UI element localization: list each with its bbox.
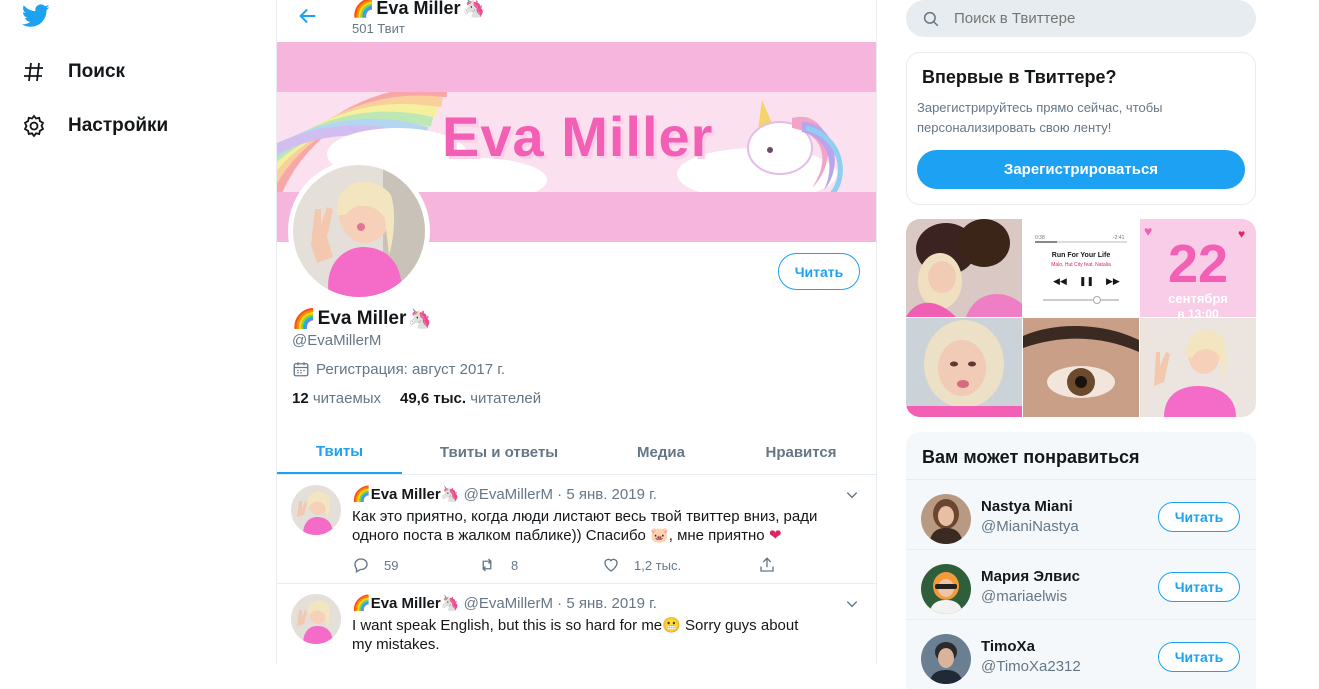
unicorn-icon: 🦄 [462, 0, 485, 18]
media-photo[interactable] [906, 219, 1022, 317]
music-artist: Malo, Hut City feat. Natalia [1051, 262, 1111, 268]
search-icon [922, 10, 940, 28]
suggestion-handle: @MianiNastya [981, 518, 1079, 535]
suggestion-name[interactable]: TimoXa [981, 638, 1035, 655]
suggestion-name[interactable]: Мария Элвис [981, 568, 1080, 585]
tab-likes[interactable]: Нравится [726, 430, 876, 474]
share-icon [758, 556, 776, 574]
following-stat[interactable]: 12 читаемых [292, 390, 381, 407]
like-button[interactable]: 1,2 тыс. [602, 556, 681, 574]
nav-settings[interactable]: Настройки [22, 114, 168, 138]
poster-date-number: 22 [1167, 234, 1229, 294]
suggestion-handle: @TimoXa2312 [981, 658, 1081, 675]
signup-button[interactable]: Зарегистрироваться [917, 150, 1245, 189]
forward-icon: ▶▶ [1105, 276, 1120, 286]
profile-handle: @EvaMillerM [292, 332, 382, 349]
followers-stat[interactable]: 49,6 тыс. читателей [400, 390, 541, 407]
tweet[interactable]: 🌈Eva Miller🦄 @EvaMillerM · 5 янв. 2019 г… [277, 584, 876, 674]
tweet-avatar[interactable] [291, 594, 341, 644]
twitter-logo-icon[interactable] [22, 4, 50, 28]
reply-icon [352, 556, 370, 574]
suggestion-follow-button[interactable]: Читать [1158, 572, 1240, 602]
hashtag-icon [22, 60, 46, 84]
tweet-text: I want speak English, but this is so har… [352, 617, 799, 653]
media-music-screenshot[interactable]: 0:38 -2:41 Run For Your Life Malo, Hut C… [1023, 219, 1139, 317]
music-time-left: 0:38 [1035, 235, 1045, 241]
unicorn-icon: 🦄 [408, 309, 433, 330]
music-time-right: -2:41 [1113, 235, 1125, 241]
profile-name: 🌈 Eva Miller 🦄 [292, 308, 433, 330]
media-photo[interactable] [1023, 318, 1139, 417]
media-grid: 0:38 -2:41 Run For Your Life Malo, Hut C… [906, 219, 1256, 417]
nav-search-label: Поиск [68, 61, 126, 82]
media-photo[interactable] [906, 318, 1022, 417]
poster-date-month: сентября [1168, 291, 1228, 306]
rewind-icon: ◀◀ [1053, 276, 1067, 286]
rainbow-icon: 🌈 [292, 309, 316, 330]
search-box[interactable] [906, 0, 1256, 37]
rainbow-icon: 🌈 [352, 0, 375, 18]
suggestion-item[interactable]: Nastya Miani @MianiNastya Читать [906, 479, 1256, 549]
tweet-text: Как это приятно, когда люди листают весь… [352, 508, 818, 544]
signup-description: Зарегистрируйтесь прямо сейчас, чтобы пе… [917, 100, 1163, 135]
tweet-header: 🌈Eva Miller🦄 @EvaMillerM · 5 янв. 2019 г… [352, 595, 657, 612]
tweet-avatar[interactable] [291, 485, 341, 535]
media-photo[interactable] [1140, 318, 1256, 417]
music-title: Run For Your Life [1051, 252, 1111, 259]
header-name: 🌈 Eva Miller 🦄 [352, 0, 485, 18]
suggestions-title: Вам может понравиться [922, 447, 1140, 467]
suggestion-item[interactable]: TimoXa @TimoXa2312 Читать [906, 619, 1256, 689]
profile-joined: Регистрация: август 2017 г. [292, 360, 505, 378]
suggestion-follow-button[interactable]: Читать [1158, 502, 1240, 532]
pause-icon: ❚❚ [1078, 276, 1094, 286]
chevron-down-icon[interactable] [845, 488, 859, 502]
header-tweet-count: 501 Твит [352, 21, 405, 36]
suggestion-avatar[interactable] [921, 564, 971, 614]
tab-tweets[interactable]: Твиты [277, 430, 402, 474]
tweet-header: 🌈Eva Miller🦄 @EvaMillerM · 5 янв. 2019 г… [352, 486, 657, 503]
tweet[interactable]: 🌈Eva Miller🦄 @EvaMillerM · 5 янв. 2019 г… [277, 475, 876, 584]
red-heart-icon: ❤ [768, 527, 782, 544]
tab-tweets-replies[interactable]: Твиты и ответы [402, 430, 596, 474]
heart-icon [602, 556, 620, 574]
profile-avatar[interactable] [288, 160, 430, 302]
suggestion-item[interactable]: Мария Элвис @mariaelwis Читать [906, 549, 1256, 619]
share-button[interactable] [758, 556, 776, 574]
tab-media[interactable]: Медиа [596, 430, 726, 474]
retweet-icon [477, 556, 497, 574]
reply-button[interactable]: 59 [352, 556, 398, 574]
suggestion-avatar[interactable] [921, 634, 971, 684]
gear-icon [22, 114, 46, 138]
poster-date-time: в 13:00 [1177, 307, 1219, 317]
suggestion-follow-button[interactable]: Читать [1158, 642, 1240, 672]
signup-card: Впервые в Твиттере? Зарегистрируйтесь пр… [906, 52, 1256, 205]
suggestion-avatar[interactable] [921, 494, 971, 544]
back-arrow-icon[interactable] [297, 5, 319, 27]
nav-search[interactable]: Поиск [22, 60, 125, 84]
nav-settings-label: Настройки [68, 115, 169, 136]
media-date-poster[interactable]: ♥ ♥ 22 сентября в 13:00 [1140, 219, 1256, 317]
chevron-down-icon[interactable] [845, 597, 859, 611]
search-input[interactable] [954, 10, 1234, 27]
suggestion-name[interactable]: Nastya Miani [981, 498, 1073, 515]
banner-text: Eva Miller [442, 105, 714, 168]
follow-button[interactable]: Читать [778, 253, 860, 290]
retweet-button[interactable]: 8 [477, 556, 518, 574]
signup-title: Впервые в Твиттере? [922, 67, 1117, 87]
calendar-icon [292, 360, 310, 378]
suggestion-handle: @mariaelwis [981, 588, 1068, 605]
